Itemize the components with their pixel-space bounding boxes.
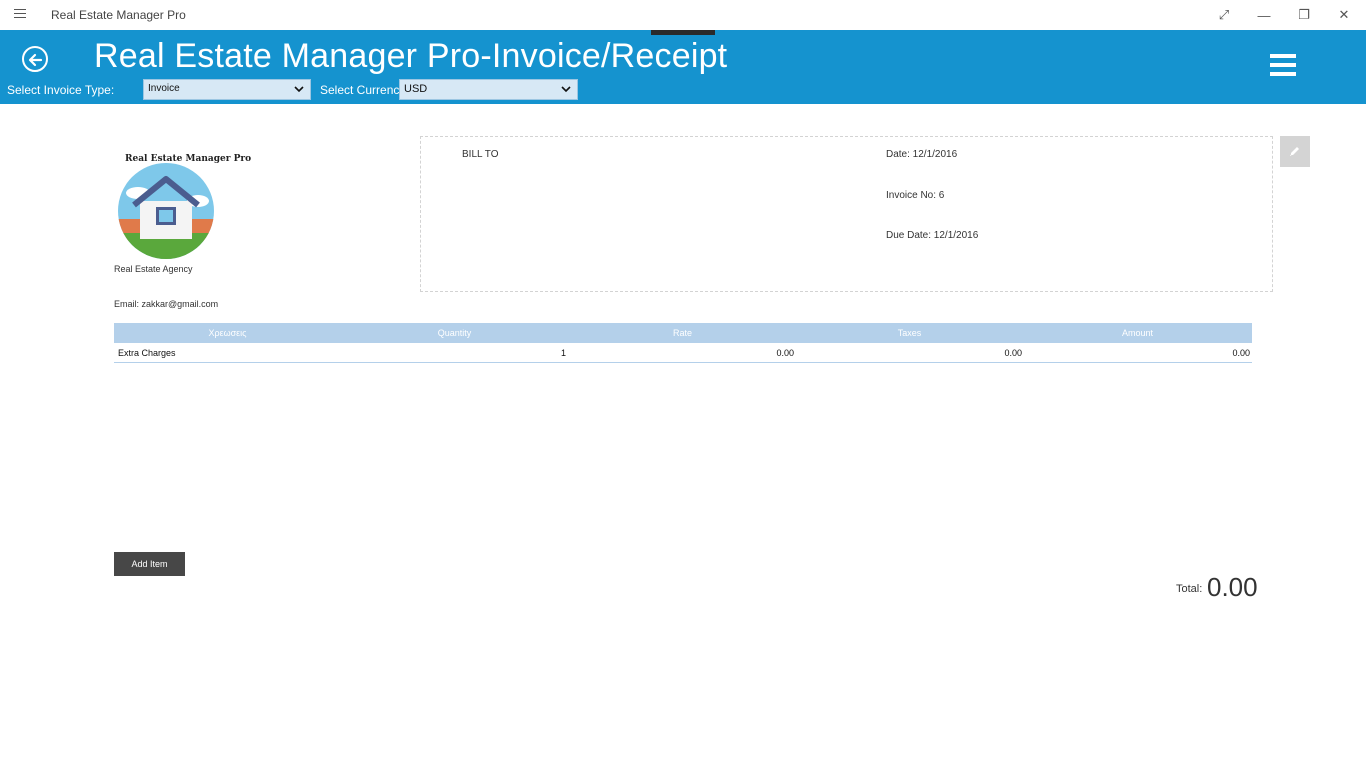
column-header-quantity: Quantity <box>437 328 472 338</box>
window-grip <box>651 30 715 35</box>
edit-button[interactable] <box>1280 136 1310 167</box>
column-header-taxes: Taxes <box>897 328 922 338</box>
invoice-type-select[interactable]: Invoice <box>143 79 311 100</box>
total-label: Total: <box>1176 583 1203 595</box>
pencil-icon <box>1290 147 1299 156</box>
cell-quantity: 1 <box>560 348 566 358</box>
invoice-due-date: Due Date: 12/1/2016 <box>886 230 979 241</box>
restore-icon[interactable]: ❐ <box>1284 0 1324 30</box>
invoice-type-value: Invoice <box>148 83 180 94</box>
arrow-left-icon <box>28 53 43 67</box>
invoice-number: Invoice No: 6 <box>886 190 945 201</box>
bill-to-box[interactable] <box>420 136 1273 292</box>
column-header-charges: Χρεωσεις <box>208 328 247 338</box>
cell-amount: 0.00 <box>1232 348 1250 358</box>
cell-rate: 0.00 <box>776 348 794 358</box>
cell-taxes: 0.00 <box>1004 348 1022 358</box>
expand-icon[interactable]: ⤢ <box>1204 0 1244 30</box>
app-title: Real Estate Manager Pro <box>51 8 186 22</box>
bill-to-label: BILL TO <box>462 149 499 160</box>
table-row[interactable]: Extra Charges 1 0.00 0.00 0.00 <box>114 344 1252 363</box>
menu-button[interactable] <box>1270 54 1296 80</box>
column-header-rate: Rate <box>672 328 692 338</box>
chevron-down-icon <box>561 86 571 93</box>
add-item-button[interactable]: Add Item <box>114 552 185 576</box>
house-logo-icon <box>118 163 214 259</box>
back-button[interactable] <box>22 46 48 72</box>
items-table-header: Χρεωσεις Quantity Rate Taxes Amount <box>114 323 1252 343</box>
company-name: Real Estate Agency <box>114 264 193 274</box>
invoice-date: Date: 12/1/2016 <box>886 149 958 160</box>
invoice-type-label: Select Invoice Type: <box>7 83 115 97</box>
close-icon[interactable]: ✕ <box>1324 0 1364 30</box>
column-header-amount: Amount <box>1121 328 1154 338</box>
page-title: Real Estate Manager Pro-Invoice/Receipt <box>94 37 728 75</box>
currency-value: USD <box>404 83 428 95</box>
hamburger-icon[interactable] <box>14 9 26 19</box>
minimize-icon[interactable]: — <box>1244 0 1284 30</box>
currency-label: Select Currency: <box>320 83 409 97</box>
title-bar: Real Estate Manager Pro ⤢ — ❐ ✕ <box>0 0 1366 30</box>
total-value: 0.00 <box>1207 572 1258 602</box>
company-email: Email: zakkar@gmail.com <box>114 299 219 309</box>
cell-item: Extra Charges <box>118 348 176 358</box>
currency-select[interactable]: USD <box>399 79 578 100</box>
chevron-down-icon <box>294 86 304 93</box>
